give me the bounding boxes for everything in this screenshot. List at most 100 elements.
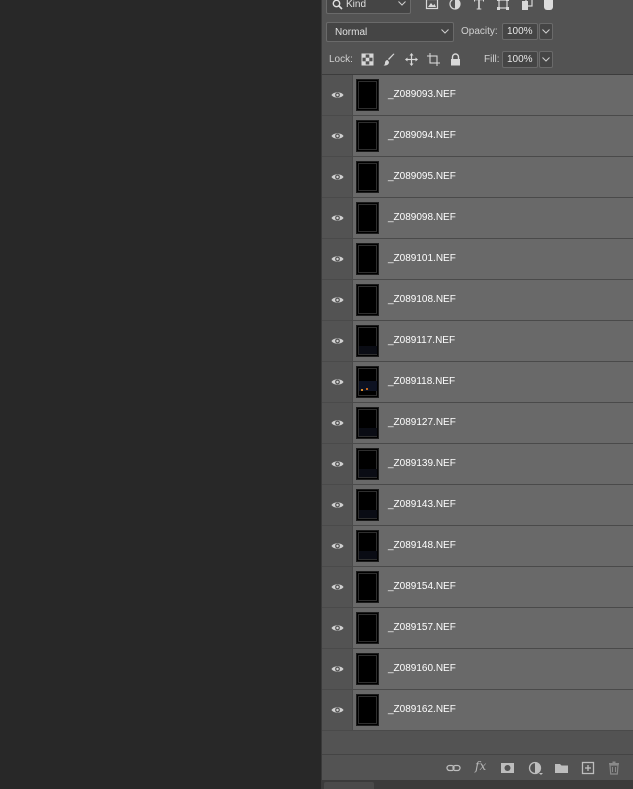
layer-thumbnail — [356, 489, 379, 521]
layer-content[interactable]: _Z089108.NEF — [353, 280, 633, 320]
layer-name: _Z089127.NEF — [388, 417, 456, 428]
eye-icon — [331, 92, 344, 98]
delete-layer-icon[interactable] — [607, 761, 622, 775]
adjustment-layer-filter-icon[interactable] — [448, 0, 462, 11]
layer-row[interactable]: _Z089101.NEF — [322, 239, 633, 280]
layer-content[interactable]: _Z089118.NEF — [353, 362, 633, 402]
eye-icon — [331, 502, 344, 508]
layer-row[interactable]: _Z089094.NEF — [322, 116, 633, 157]
pixel-layer-filter-icon[interactable] — [425, 0, 439, 11]
layer-row[interactable]: _Z089148.NEF — [322, 526, 633, 567]
smart-object-filter-icon[interactable] — [520, 0, 534, 11]
layer-row[interactable]: _Z089118.NEF — [322, 362, 633, 403]
eye-icon — [331, 420, 344, 426]
layer-visibility-toggle[interactable] — [322, 321, 353, 361]
fill-field[interactable]: 100% — [502, 51, 538, 68]
layer-visibility-toggle[interactable] — [322, 198, 353, 238]
layer-row[interactable]: _Z089127.NEF — [322, 403, 633, 444]
eye-icon — [331, 584, 344, 590]
layer-content[interactable]: _Z089098.NEF — [353, 198, 633, 238]
eye-icon — [331, 461, 344, 467]
fx-icon[interactable]: fx — [475, 759, 486, 773]
layer-visibility-toggle[interactable] — [322, 280, 353, 320]
layers-bottom-toolbar: fx — [322, 754, 633, 781]
layer-content[interactable]: _Z089143.NEF — [353, 485, 633, 525]
lock-transparent-pixels-icon[interactable] — [361, 53, 374, 66]
layer-visibility-toggle[interactable] — [322, 116, 353, 156]
opacity-label: Opacity: — [461, 26, 498, 37]
layer-row[interactable]: _Z089095.NEF — [322, 157, 633, 198]
layer-content[interactable]: _Z089139.NEF — [353, 444, 633, 484]
layer-content[interactable]: _Z089101.NEF — [353, 239, 633, 279]
eye-icon — [331, 707, 344, 713]
layer-visibility-toggle[interactable] — [322, 690, 353, 730]
new-layer-icon[interactable] — [581, 761, 596, 775]
layer-name: _Z089160.NEF — [388, 663, 456, 674]
layer-content[interactable]: _Z089127.NEF — [353, 403, 633, 443]
layer-thumbnail — [356, 448, 379, 480]
layer-content[interactable]: _Z089093.NEF — [353, 75, 633, 115]
layer-row[interactable]: _Z089157.NEF — [322, 608, 633, 649]
lock-all-icon[interactable] — [449, 53, 462, 66]
layer-content[interactable]: _Z089160.NEF — [353, 649, 633, 689]
lock-position-icon[interactable] — [405, 53, 418, 66]
layer-visibility-toggle[interactable] — [322, 485, 353, 525]
blend-mode-select[interactable]: Normal — [326, 22, 454, 42]
lock-artboard-icon[interactable] — [427, 53, 440, 66]
panel-bottom-tab[interactable] — [324, 782, 374, 789]
filter-kind-select[interactable]: Kind — [326, 0, 411, 14]
type-layer-filter-icon[interactable] — [472, 0, 486, 11]
layer-visibility-toggle[interactable] — [322, 75, 353, 115]
layer-row[interactable]: _Z089117.NEF — [322, 321, 633, 362]
layer-visibility-toggle[interactable] — [322, 157, 353, 197]
shape-layer-filter-icon[interactable] — [496, 0, 510, 11]
opacity-field[interactable]: 100% — [502, 23, 538, 40]
layer-visibility-toggle[interactable] — [322, 608, 353, 648]
layer-row[interactable]: _Z089154.NEF — [322, 567, 633, 608]
layer-name: _Z089094.NEF — [388, 130, 456, 141]
layer-name: _Z089118.NEF — [388, 376, 456, 387]
layer-row[interactable]: _Z089160.NEF — [322, 649, 633, 690]
eye-icon — [331, 133, 344, 139]
layer-row[interactable]: _Z089143.NEF — [322, 485, 633, 526]
layer-content[interactable]: _Z089117.NEF — [353, 321, 633, 361]
layer-name: _Z089093.NEF — [388, 89, 456, 100]
layer-visibility-toggle[interactable] — [322, 403, 353, 443]
layer-content[interactable]: _Z089095.NEF — [353, 157, 633, 197]
layer-content[interactable]: _Z089162.NEF — [353, 690, 633, 730]
new-adjustment-layer-icon[interactable] — [528, 761, 543, 775]
document-canvas-area[interactable] — [0, 0, 321, 789]
link-layers-icon[interactable] — [446, 761, 461, 775]
layer-content[interactable]: _Z089157.NEF — [353, 608, 633, 648]
layers-list: _Z089093.NEF _Z089094.NEF _Z089095.NEF _Z08… — [322, 74, 633, 731]
layer-visibility-toggle[interactable] — [322, 444, 353, 484]
opacity-value: 100% — [507, 26, 533, 37]
layer-row[interactable]: _Z089108.NEF — [322, 280, 633, 321]
layer-visibility-toggle[interactable] — [322, 362, 353, 402]
add-mask-icon[interactable] — [500, 761, 515, 775]
layer-name: _Z089117.NEF — [388, 335, 456, 346]
layer-content[interactable]: _Z089094.NEF — [353, 116, 633, 156]
layer-row[interactable]: _Z089162.NEF — [322, 690, 633, 731]
layer-thumbnail — [356, 79, 379, 111]
layer-visibility-toggle[interactable] — [322, 239, 353, 279]
layer-row[interactable]: _Z089093.NEF — [322, 75, 633, 116]
layer-name: _Z089157.NEF — [388, 622, 456, 633]
chevron-down-icon — [542, 29, 550, 34]
layer-content[interactable]: _Z089154.NEF — [353, 567, 633, 607]
layer-row[interactable]: _Z089098.NEF — [322, 198, 633, 239]
layer-visibility-toggle[interactable] — [322, 567, 353, 607]
layer-visibility-toggle[interactable] — [322, 649, 353, 689]
lock-image-pixels-icon[interactable] — [383, 53, 396, 66]
filter-toggle-switch[interactable] — [544, 0, 553, 10]
new-group-icon[interactable] — [554, 761, 569, 775]
lock-label: Lock: — [329, 54, 353, 65]
eye-icon — [331, 379, 344, 385]
layer-row[interactable]: _Z089139.NEF — [322, 444, 633, 485]
eye-icon — [331, 215, 344, 221]
layer-visibility-toggle[interactable] — [322, 526, 353, 566]
opacity-dropdown-button[interactable] — [539, 23, 553, 40]
fill-dropdown-button[interactable] — [539, 51, 553, 68]
search-icon — [332, 0, 343, 10]
layer-content[interactable]: _Z089148.NEF — [353, 526, 633, 566]
